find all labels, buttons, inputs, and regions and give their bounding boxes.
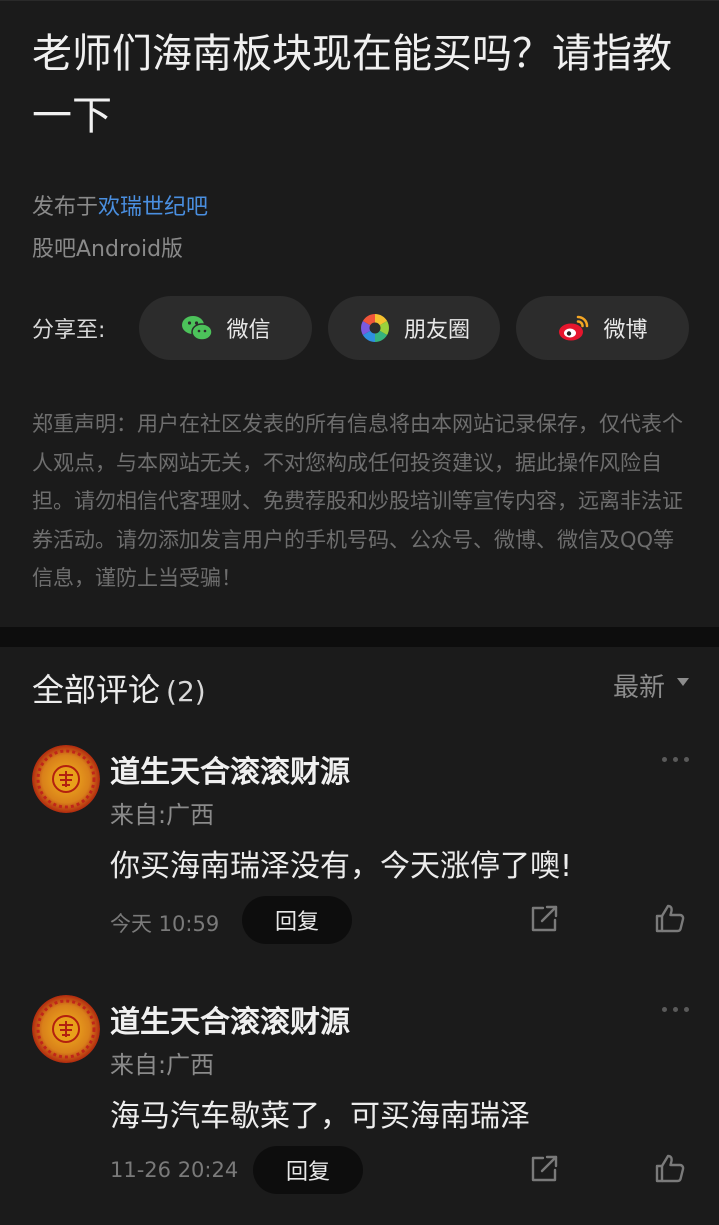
more-options-icon[interactable]	[662, 757, 689, 762]
sort-dropdown[interactable]: 最新	[613, 667, 689, 704]
comment-item: 道生天合滚滚财源 来自:广西 你买海南瑞泽没有，今天涨停了噢! 今天 10:59…	[0, 745, 719, 975]
reply-button[interactable]: 回复	[242, 896, 352, 944]
share-moments-button[interactable]: 朋友圈	[328, 296, 500, 360]
published-prefix: 发布于	[32, 195, 99, 220]
sort-label: 最新	[612, 673, 665, 703]
comments-section: 全部评论 (2) 最新 道生天合滚滚财源 来自:广西 你买海南瑞泽没有，今天涨停…	[0, 647, 719, 1223]
comment-time: 今天 10:59	[110, 912, 220, 936]
forum-link[interactable]: 欢瑞世纪吧	[98, 195, 208, 220]
post-source: 发布于欢瑞世纪吧	[32, 189, 208, 221]
like-icon[interactable]	[653, 1152, 687, 1186]
share-weibo-button[interactable]: 微博	[516, 296, 689, 360]
share-icon[interactable]	[527, 902, 561, 936]
comments-title: 全部评论	[32, 671, 161, 709]
weibo-icon	[557, 311, 591, 345]
share-moments-label: 朋友圈	[403, 318, 470, 343]
share-wechat-label: 微信	[226, 318, 271, 343]
comment-item: 道生天合滚滚财源 来自:广西 海马汽车歇菜了，可买海南瑞泽 11-26 20:2…	[0, 995, 719, 1225]
comment-text: 海马汽车歇菜了，可买海南瑞泽	[110, 1099, 530, 1134]
comment-username[interactable]: 道生天合滚滚财源	[110, 997, 350, 1041]
share-label: 分享至:	[32, 318, 106, 343]
caret-down-icon	[677, 677, 689, 686]
comment-time: 11-26 20:24	[110, 1158, 239, 1182]
comments-header: 全部评论 (2)	[32, 665, 206, 711]
post-client: 股吧Android版	[32, 237, 184, 262]
comment-username[interactable]: 道生天合滚滚财源	[110, 747, 350, 791]
share-icon[interactable]	[527, 1152, 561, 1186]
post-title: 老师们海南板块现在能买吗？请指教一下	[32, 31, 672, 139]
reply-button[interactable]: 回复	[253, 1146, 363, 1194]
avatar[interactable]	[32, 995, 100, 1063]
more-options-icon[interactable]	[662, 1007, 689, 1012]
post-section: 老师们海南板块现在能买吗？请指教一下 发布于欢瑞世纪吧 股吧Android版 分…	[0, 0, 719, 627]
comment-location: 来自:广西	[110, 1051, 215, 1079]
disclaimer-text: 郑重声明：用户在社区发表的所有信息将由本网站记录保存，仅代表个人观点，与本网站无…	[32, 412, 683, 590]
comment-location: 来自:广西	[110, 801, 215, 829]
avatar[interactable]	[32, 745, 100, 813]
comments-count: (2)	[166, 675, 206, 708]
like-icon[interactable]	[653, 902, 687, 936]
share-wechat-button[interactable]: 微信	[139, 296, 312, 360]
share-weibo-label: 微博	[603, 318, 648, 343]
section-divider	[0, 627, 719, 647]
moments-icon	[358, 311, 392, 345]
wechat-icon	[180, 311, 214, 345]
comment-text: 你买海南瑞泽没有，今天涨停了噢!	[110, 849, 573, 884]
